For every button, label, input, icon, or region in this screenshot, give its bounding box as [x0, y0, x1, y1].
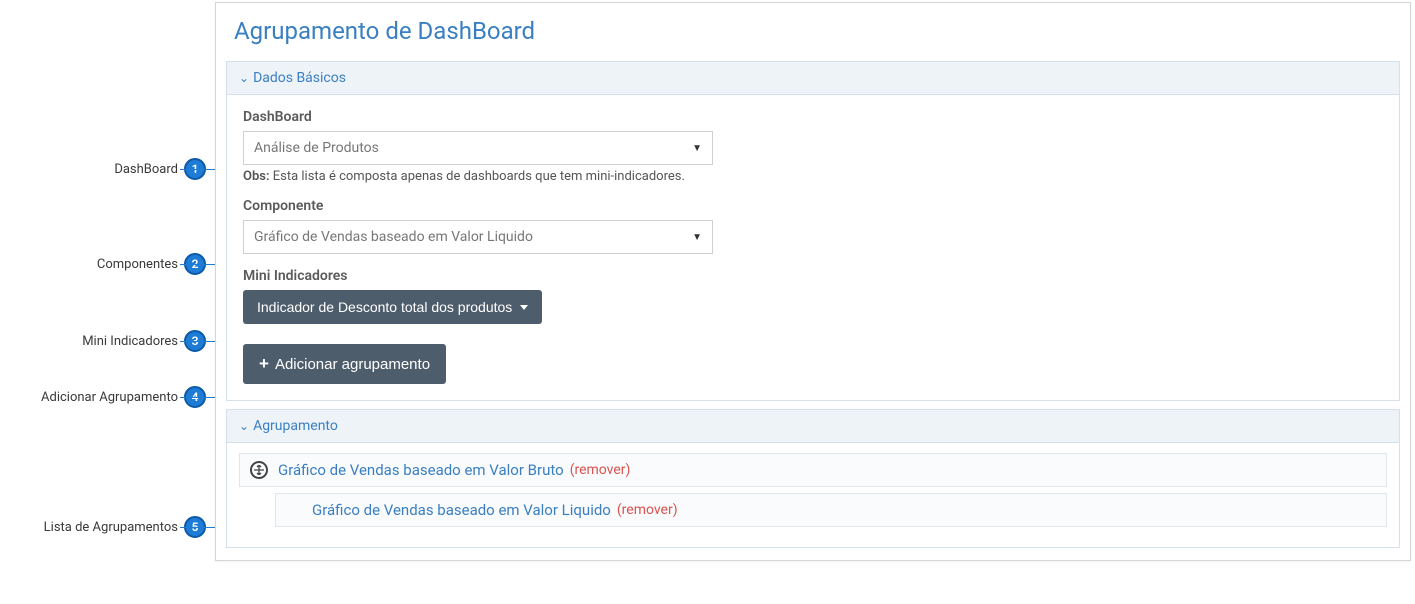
- section-agrupamento: ⌄ Agrupamento Gráfico de Vendas baseado …: [226, 409, 1400, 548]
- componente-select-value: Gráfico de Vendas baseado em Valor Liqui…: [254, 229, 533, 245]
- agrupamento-item[interactable]: Gráfico de Vendas baseado em Valor Bruto…: [239, 453, 1387, 487]
- componente-label: Componente: [243, 198, 1383, 214]
- section-basic: ⌄ Dados Básicos DashBoard Análise de Pro…: [226, 61, 1400, 401]
- mini-indicadores-text: Indicador de Desconto total dos produtos: [257, 299, 512, 315]
- section-basic-header[interactable]: ⌄ Dados Básicos: [227, 62, 1399, 95]
- annotation-label: Adicionar Agrupamento: [41, 390, 178, 405]
- form-group-dashboard: DashBoard Análise de Produtos ▼ Obs: Est…: [243, 109, 1383, 184]
- section-basic-title: Dados Básicos: [253, 70, 346, 86]
- annotation-label: Lista de Agrupamentos: [44, 520, 178, 535]
- section-agrupamento-header[interactable]: ⌄ Agrupamento: [227, 410, 1399, 443]
- page-title: Agrupamento de DashBoard: [216, 3, 1410, 61]
- form-group-mini-indicadores: Mini Indicadores Indicador de Desconto t…: [243, 268, 1383, 324]
- plus-icon: +: [259, 354, 269, 374]
- agrupamento-item-child[interactable]: Gráfico de Vendas baseado em Valor Liqui…: [275, 493, 1387, 527]
- agrupamento-item-title: Gráfico de Vendas baseado em Valor Bruto: [278, 461, 564, 479]
- move-icon[interactable]: [250, 461, 268, 479]
- chevron-down-icon: ⌄: [239, 419, 249, 433]
- mini-indicadores-label: Mini Indicadores: [243, 268, 1383, 284]
- chevron-down-icon: ▼: [692, 143, 702, 154]
- annotation-label: Mini Indicadores: [82, 334, 178, 349]
- add-agrupamento-button[interactable]: + Adicionar agrupamento: [243, 344, 446, 384]
- annotation-label: Componentes: [97, 257, 178, 272]
- section-basic-body: DashBoard Análise de Produtos ▼ Obs: Est…: [227, 95, 1399, 400]
- dashboard-label: DashBoard: [243, 109, 1383, 125]
- agrupamento-item-title: Gráfico de Vendas baseado em Valor Liqui…: [312, 501, 611, 519]
- dashboard-obs: Obs: Esta lista é composta apenas de das…: [243, 169, 1383, 184]
- mini-indicadores-dropdown[interactable]: Indicador de Desconto total dos produtos: [243, 290, 542, 324]
- remove-link[interactable]: (remover): [570, 462, 631, 478]
- annotation-label: DashBoard: [114, 162, 178, 177]
- chevron-down-icon: ⌄: [239, 71, 249, 85]
- add-button-label: Adicionar agrupamento: [275, 356, 430, 373]
- chevron-down-icon: ▼: [692, 232, 702, 243]
- main-panel: Agrupamento de DashBoard ⌄ Dados Básicos…: [215, 2, 1411, 561]
- obs-prefix: Obs:: [243, 169, 270, 184]
- chevron-down-icon: [520, 305, 528, 310]
- obs-text: Esta lista é composta apenas de dashboar…: [270, 169, 685, 184]
- dashboard-select-value: Análise de Produtos: [254, 140, 379, 156]
- componente-select[interactable]: Gráfico de Vendas baseado em Valor Liqui…: [243, 220, 713, 254]
- dashboard-select[interactable]: Análise de Produtos ▼: [243, 131, 713, 165]
- agrupamento-list: Gráfico de Vendas baseado em Valor Bruto…: [227, 443, 1399, 547]
- form-group-componente: Componente Gráfico de Vendas baseado em …: [243, 198, 1383, 254]
- remove-link[interactable]: (remover): [617, 502, 678, 518]
- section-agrupamento-title: Agrupamento: [253, 418, 338, 434]
